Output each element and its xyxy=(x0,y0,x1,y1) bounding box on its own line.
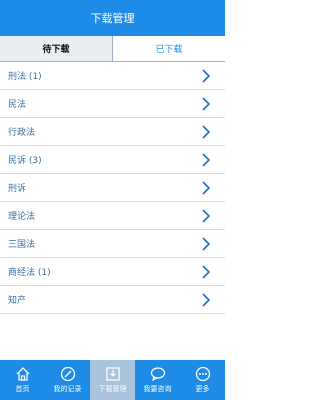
list-item[interactable]: 知产 xyxy=(0,286,225,314)
list-item[interactable]: 刑法 (1) xyxy=(0,62,225,90)
chevron-right-icon xyxy=(202,180,211,195)
chevron-right-icon xyxy=(202,96,211,111)
list-item-label: 三国法 xyxy=(8,240,36,250)
chevron-right-icon xyxy=(202,292,211,307)
list-item-label: 民诉 (3) xyxy=(8,156,42,166)
list-item-label: 理论法 xyxy=(8,212,36,222)
nav-label: 首页 xyxy=(15,385,30,393)
bottom-nav: 首页 我的记录 下载管理 我要咨询 更多 xyxy=(0,360,225,400)
nav-my-records[interactable]: 我的记录 xyxy=(45,360,90,400)
nav-home[interactable]: 首页 xyxy=(0,360,45,400)
tab-bar: 待下载 已下载 xyxy=(0,36,225,62)
nav-label: 我要咨询 xyxy=(143,385,172,393)
list-item-label: 知产 xyxy=(8,296,27,306)
list-item-label: 民法 xyxy=(8,100,27,110)
list-item-label: 刑诉 xyxy=(8,184,27,194)
list-item[interactable]: 三国法 xyxy=(0,230,225,258)
list-item[interactable]: 商经法 (1) xyxy=(0,258,225,286)
category-list: 刑法 (1) 民法 行政法 民诉 (3) 刑诉 理论法 三国法 商经法 (1) … xyxy=(0,62,225,314)
home-icon xyxy=(16,367,29,381)
list-item[interactable]: 行政法 xyxy=(0,118,225,146)
list-item-label: 行政法 xyxy=(8,128,36,138)
nav-more[interactable]: 更多 xyxy=(180,360,225,400)
chevron-right-icon xyxy=(202,236,211,251)
list-item[interactable]: 民诉 (3) xyxy=(0,146,225,174)
tab-downloaded[interactable]: 已下载 xyxy=(113,36,225,61)
download-icon xyxy=(105,367,120,381)
nav-download-manager[interactable]: 下载管理 xyxy=(90,360,135,400)
list-item-label: 刑法 (1) xyxy=(8,72,42,82)
chevron-right-icon xyxy=(202,124,211,139)
chevron-right-icon xyxy=(202,152,211,167)
list-item[interactable]: 理论法 xyxy=(0,202,225,230)
list-item[interactable]: 刑诉 xyxy=(0,174,225,202)
page-title: 下载管理 xyxy=(90,12,135,25)
chat-icon xyxy=(150,367,165,382)
list-item[interactable]: 民法 xyxy=(0,90,225,118)
record-icon xyxy=(60,366,75,382)
more-icon xyxy=(195,366,210,382)
list-item-label: 商经法 (1) xyxy=(8,268,51,278)
top-bar: 下载管理 xyxy=(0,0,225,36)
chevron-right-icon xyxy=(202,68,211,83)
nav-label: 下载管理 xyxy=(98,385,127,393)
chevron-right-icon xyxy=(202,264,211,279)
tab-pending[interactable]: 待下载 xyxy=(0,36,113,61)
nav-consult[interactable]: 我要咨询 xyxy=(135,360,180,400)
nav-label: 更多 xyxy=(195,385,210,393)
chevron-right-icon xyxy=(202,208,211,223)
nav-label: 我的记录 xyxy=(53,385,82,393)
